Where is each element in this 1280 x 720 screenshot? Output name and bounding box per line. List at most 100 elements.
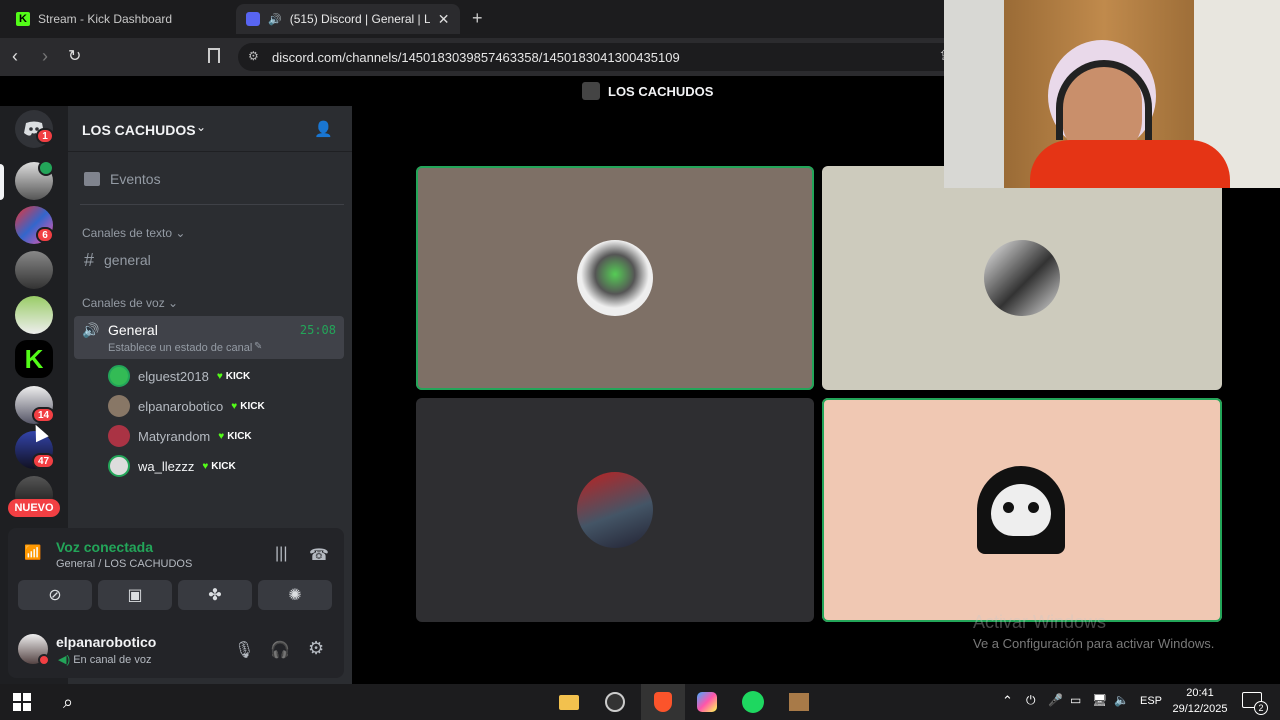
tray-mic-icon[interactable]: 🎤: [1048, 693, 1063, 707]
server-name: LOS CACHUDOS: [82, 122, 196, 138]
voice-username: wa_llezzz: [138, 458, 195, 474]
volume-icon[interactable]: 🔈: [1114, 693, 1129, 707]
spotify-icon[interactable]: [739, 688, 767, 716]
signal-icon: 📶: [24, 544, 42, 560]
voice-user[interactable]: Matyrandom ♥ KICK: [108, 424, 252, 448]
davinci-resolve-icon[interactable]: [693, 688, 721, 716]
camera-off-button[interactable]: ⊘: [18, 580, 92, 610]
url-input[interactable]: ⚙ discord.com/channels/14501830398574633…: [238, 43, 958, 71]
participant-avatar: [577, 240, 653, 316]
close-tab-icon[interactable]: ✕: [438, 11, 450, 28]
battery-icon[interactable]: ▭: [1070, 693, 1081, 707]
voice-user[interactable]: wa_llezzz ♥ KICK: [108, 454, 236, 478]
current-username[interactable]: elpanarobotico: [56, 634, 156, 650]
obs-icon[interactable]: [601, 688, 629, 716]
nuevo-badge[interactable]: NUEVO: [8, 499, 60, 517]
participant-avatar: [977, 466, 1065, 554]
soundboard-button[interactable]: ✺: [258, 580, 332, 610]
user-status: En canal de voz: [73, 654, 152, 666]
file-explorer-icon[interactable]: [555, 688, 583, 716]
voice-stage: [352, 106, 1280, 684]
avatar: [108, 425, 130, 447]
mask-eye: [1028, 502, 1039, 513]
tab-label: Stream - Kick Dashboard: [38, 12, 173, 26]
screen-share-button[interactable]: ▣: [98, 580, 172, 610]
microphone-icon[interactable]: 🎙: [234, 640, 254, 660]
hash-icon: #: [84, 249, 95, 270]
speaker-icon: 🔊: [82, 322, 100, 338]
voice-tile-wa-llezzz[interactable]: [822, 398, 1222, 622]
server-badge: 6: [36, 227, 54, 243]
pencil-icon: ✎: [254, 341, 263, 352]
voice-username: elpanarobotico: [138, 398, 224, 414]
discord-favicon-icon: [246, 12, 260, 26]
bookmark-icon[interactable]: [208, 48, 220, 63]
gear-icon[interactable]: ⚙: [308, 638, 324, 659]
screen-share-icon: ▣: [127, 587, 143, 604]
category-label: Canales de voz: [82, 296, 165, 310]
activities-button[interactable]: ✤: [178, 580, 252, 610]
activation-title: Activar Windows: [973, 612, 1107, 632]
tab-label: (515) Discord | General | LOS: [289, 12, 430, 26]
disconnect-icon[interactable]: ☎: [309, 545, 329, 565]
server-icon-4[interactable]: [15, 296, 53, 334]
user-status-line: ◀) En canal de voz: [58, 653, 151, 666]
site-settings-icon[interactable]: ⚙: [248, 49, 259, 63]
back-icon[interactable]: ‹: [12, 46, 18, 67]
forward-icon[interactable]: ›: [42, 46, 48, 67]
channel-general-text[interactable]: # general: [76, 246, 344, 274]
soundwave-icon[interactable]: |||: [275, 545, 287, 563]
category-label: Canales de texto: [82, 226, 173, 240]
avatar: [108, 365, 130, 387]
voice-user[interactable]: elpanarobotico ♥ KICK: [108, 394, 265, 418]
divider: [80, 204, 344, 205]
webcam-shirt: [1030, 140, 1230, 188]
tab-discord[interactable]: 🔊 (515) Discord | General | LOS ✕: [236, 4, 460, 34]
activation-subtitle: Ve a Configuración para activar Windows.: [973, 636, 1215, 651]
speaker-icon: 🔊: [268, 13, 282, 26]
voice-tile-matyrandom[interactable]: [416, 398, 814, 622]
url-text: discord.com/channels/1450183039857463358…: [272, 49, 680, 65]
voice-location[interactable]: General / LOS CACHUDOS: [56, 558, 192, 570]
chevron-down-icon: ⌄: [196, 120, 207, 134]
brave-icon[interactable]: [641, 684, 685, 720]
voice-username: elguest2018: [138, 368, 209, 384]
windows-start-icon[interactable]: [8, 688, 36, 716]
headphones-icon[interactable]: 🎧: [270, 640, 290, 660]
voice-connected-status[interactable]: Voz conectada: [56, 539, 153, 555]
voice-channel-general[interactable]: 🔊 General 25:08 Establece un estado de c…: [74, 316, 344, 359]
server-badge: 47: [32, 453, 56, 469]
selected-pill: [0, 164, 4, 200]
reload-icon[interactable]: ↻: [68, 46, 81, 66]
tray-app-icon[interactable]: ⏻: [1026, 693, 1036, 708]
window-title: LOS CACHUDOS: [608, 84, 714, 99]
tab-kick-dashboard[interactable]: K Stream - Kick Dashboard: [6, 4, 232, 34]
network-icon[interactable]: 🖥: [1092, 693, 1107, 707]
package-icon[interactable]: [785, 688, 813, 716]
participant-avatar: [984, 240, 1060, 316]
server-icon-3[interactable]: [15, 251, 53, 289]
voice-active-icon: [38, 160, 54, 176]
category-voice-channels[interactable]: Canales de voz ⌄: [82, 296, 178, 310]
language-indicator[interactable]: ESP: [1140, 695, 1162, 707]
category-text-channels[interactable]: Canales de texto ⌄: [82, 226, 185, 240]
voice-timer: 25:08: [299, 323, 336, 337]
clock-date[interactable]: 29/12/2025: [1168, 703, 1232, 715]
status-dot: [38, 654, 50, 666]
home-badge: 1: [36, 128, 54, 144]
events-item[interactable]: Eventos: [76, 164, 344, 194]
speaker-icon: ◀): [58, 654, 71, 666]
clock-time[interactable]: 20:41: [1172, 687, 1228, 699]
server-kick-icon[interactable]: K: [15, 340, 53, 378]
voice-tile-elpanarobotico[interactable]: [822, 166, 1222, 390]
voice-user[interactable]: elguest2018 ♥ KICK: [108, 364, 250, 388]
tray-chevron-icon[interactable]: ⌃: [1002, 693, 1013, 709]
invite-people-icon[interactable]: 👤: [314, 120, 333, 138]
mask-eye: [1003, 502, 1014, 513]
webcam-overlay: [944, 0, 1280, 188]
search-icon[interactable]: ⌕: [54, 688, 82, 716]
voice-tile-elguest2018[interactable]: [416, 166, 814, 390]
new-tab-button[interactable]: +: [472, 8, 483, 29]
server-header[interactable]: LOS CACHUDOS ⌄ 👤: [68, 106, 352, 152]
channel-status-hint[interactable]: Establece un estado de canal: [108, 342, 252, 354]
